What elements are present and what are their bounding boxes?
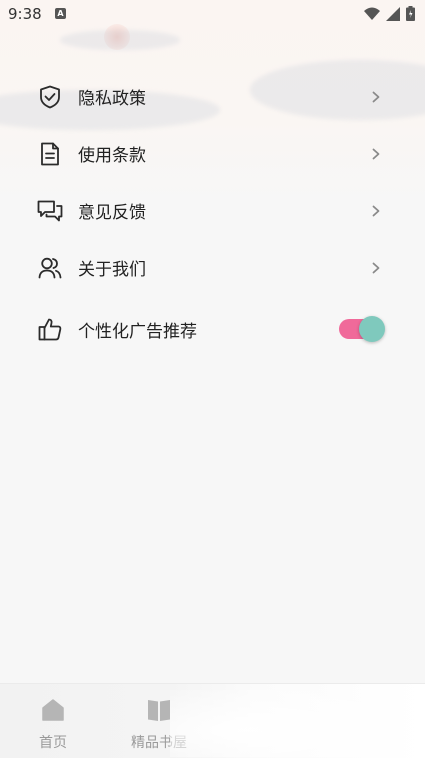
chevron-right-icon: [370, 204, 382, 218]
toggle-knob: [359, 316, 385, 342]
home-icon: [42, 699, 64, 721]
document-icon: [37, 141, 63, 167]
settings-menu: 隐私政策 使用条款 意见反馈 关于我们 个性化广告推荐: [0, 68, 425, 362]
chevron-right-icon: [370, 90, 382, 104]
users-icon: [37, 255, 63, 281]
chevron-right-icon: [370, 147, 382, 161]
menu-item-personalized-ads[interactable]: 个性化广告推荐: [0, 296, 425, 362]
bottom-navigation: 首页 精品书屋: [0, 683, 425, 758]
menu-item-label: 关于我们: [78, 260, 146, 280]
shield-check-icon: [37, 84, 63, 110]
signal-icon: [386, 6, 400, 21]
nav-item-home[interactable]: 首页: [13, 698, 93, 752]
menu-item-feedback[interactable]: 意见反馈: [0, 182, 425, 239]
nav-label: 首页: [39, 735, 67, 751]
notification-a-icon: A: [55, 8, 66, 19]
nav-label: 精品书屋: [131, 735, 187, 751]
menu-item-terms-of-use[interactable]: 使用条款: [0, 125, 425, 182]
menu-item-about-us[interactable]: 关于我们: [0, 239, 425, 296]
menu-item-label: 隐私政策: [78, 89, 146, 109]
wifi-icon: [364, 7, 380, 20]
status-bar: 9:38 A: [0, 0, 425, 30]
status-time: 9:38: [8, 5, 42, 23]
menu-item-label: 意见反馈: [78, 203, 146, 223]
menu-item-privacy-policy[interactable]: 隐私政策: [0, 68, 425, 125]
book-icon: [148, 700, 170, 721]
thumbs-up-icon: [37, 316, 63, 342]
menu-item-label: 个性化广告推荐: [78, 321, 197, 342]
chat-bubbles-icon: [37, 198, 63, 224]
mist-decoration: [60, 30, 180, 50]
nav-item-premium-bookhouse[interactable]: 精品书屋: [119, 698, 199, 752]
menu-item-label: 使用条款: [78, 146, 146, 166]
chevron-right-icon: [370, 261, 382, 275]
battery-icon: [406, 6, 415, 21]
personalized-ads-toggle[interactable]: [339, 316, 385, 342]
